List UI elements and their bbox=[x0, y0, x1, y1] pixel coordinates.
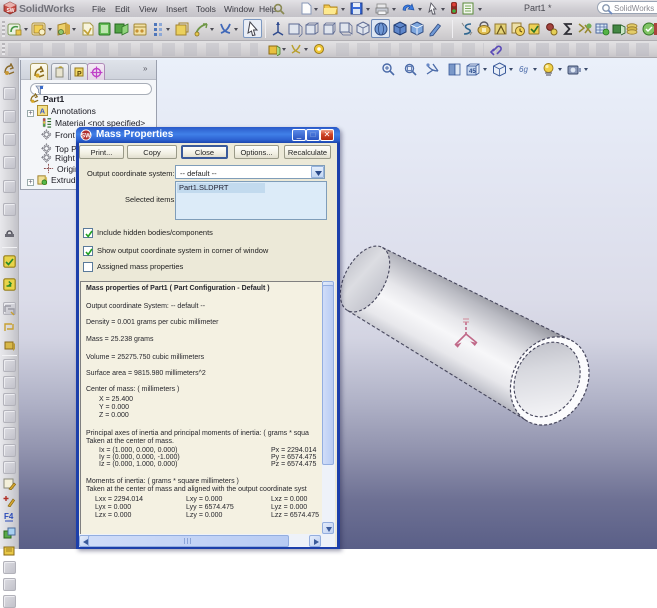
svg-text:45: 45 bbox=[469, 69, 476, 75]
svg-text:6g: 6g bbox=[519, 65, 528, 74]
svg-text:SW: SW bbox=[81, 134, 91, 140]
svg-text:SW: SW bbox=[6, 8, 14, 14]
